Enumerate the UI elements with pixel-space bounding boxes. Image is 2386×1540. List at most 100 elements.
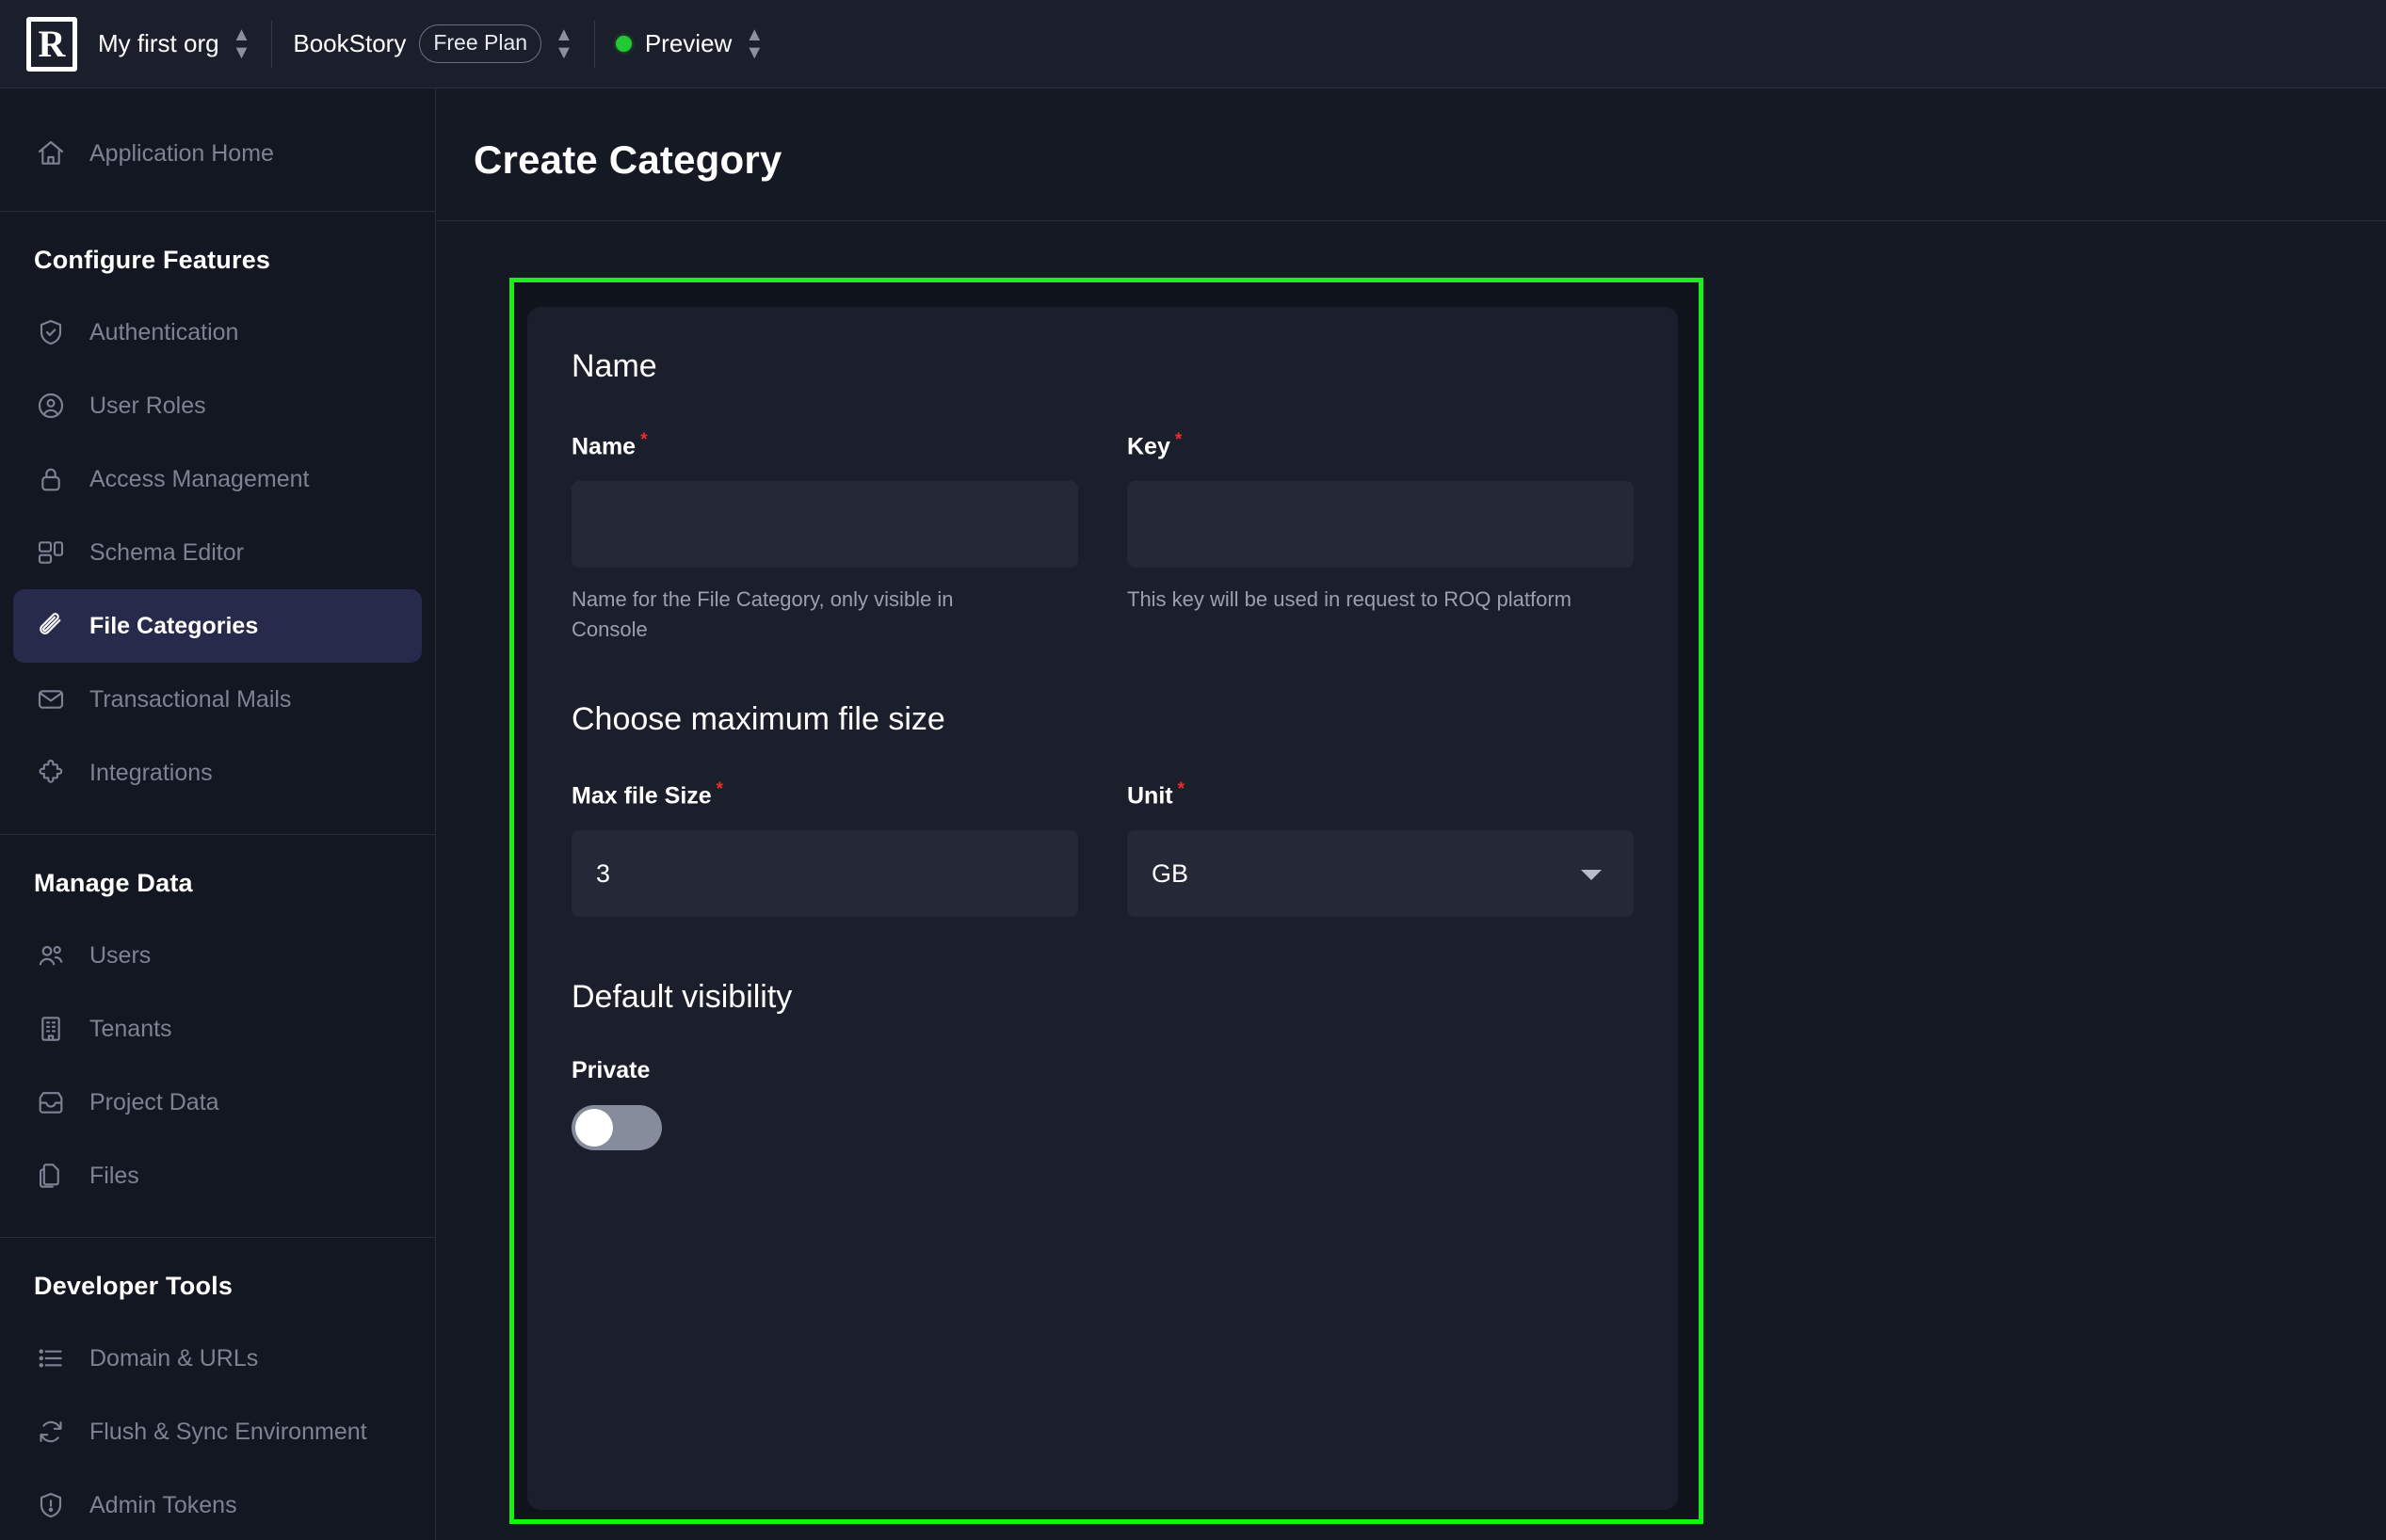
page-title: Create Category	[474, 137, 782, 182]
key-field-help: This key will be used in request to ROQ …	[1127, 587, 1572, 612]
sidebar-section-manage-data: Manage Data Users Tenants Project Data F…	[0, 835, 435, 1238]
required-marker: *	[1174, 430, 1183, 450]
plan-badge: Free Plan	[419, 24, 542, 63]
logo-letter: R	[38, 22, 66, 65]
list-icon	[35, 1342, 67, 1374]
sidebar-item-authentication[interactable]: Authentication	[13, 296, 422, 369]
private-toggle-label: Private	[572, 1057, 651, 1084]
name-key-field-row: Name * Name for the File Category, only v…	[572, 430, 1634, 645]
sidebar-item-integrations[interactable]: Integrations	[13, 736, 422, 810]
key-field-label: Key *	[1127, 430, 1634, 460]
toggle-knob	[575, 1109, 613, 1147]
sidebar-item-label: Schema Editor	[89, 538, 244, 566]
max-file-size-field-group: Max file Size *	[572, 779, 1078, 918]
sidebar-section-developer-tools: Developer Tools Domain & URLs Flush & Sy…	[0, 1238, 435, 1540]
sidebar-item-label: Files	[89, 1162, 139, 1189]
required-marker: *	[640, 430, 648, 450]
chevron-updown-icon[interactable]: ▲ ▼	[233, 25, 251, 62]
sidebar-item-label: User Roles	[89, 392, 206, 419]
create-category-form-card: Name Name * Name for the File Category, o…	[527, 307, 1678, 1510]
sidebar-section-home: Application Home	[0, 88, 435, 212]
required-marker: *	[716, 779, 724, 800]
sidebar-item-label: Access Management	[89, 465, 310, 492]
sidebar-item-label: Application Home	[89, 139, 274, 167]
private-toggle[interactable]	[572, 1105, 662, 1151]
sidebar-item-user-roles[interactable]: User Roles	[13, 369, 422, 442]
unit-field-group: Unit * GB	[1127, 779, 1634, 918]
tray-icon	[35, 1086, 67, 1118]
sidebar-section-heading: Manage Data	[34, 869, 193, 897]
unit-select-wrapper[interactable]: GB	[1127, 830, 1634, 918]
refresh-icon	[35, 1416, 67, 1448]
chevron-updown-icon[interactable]: ▲ ▼	[555, 25, 573, 62]
required-marker: *	[1177, 779, 1185, 800]
max-size-label-text: Max file Size	[572, 782, 712, 810]
sidebar-item-label: Domain & URLs	[89, 1344, 259, 1372]
filesize-field-row: Max file Size* Unit* GB	[572, 779, 1634, 918]
sidebar: Application Home Configure Features Auth…	[0, 88, 436, 1540]
sidebar-section-heading: Developer Tools	[34, 1272, 234, 1300]
max-file-size-input[interactable]	[572, 830, 1078, 918]
envelope-icon	[35, 683, 67, 715]
name-input[interactable]	[572, 481, 1078, 569]
sidebar-item-flush-and-sync-environment[interactable]: Flush & Sync Environment	[13, 1395, 422, 1468]
sidebar-item-label: Tenants	[89, 1015, 172, 1042]
sidebar-item-label: Flush & Sync Environment	[89, 1418, 367, 1445]
shield-alert-icon	[35, 1489, 67, 1521]
lock-icon	[35, 463, 67, 495]
chevron-updown-icon[interactable]: ▲ ▼	[745, 25, 764, 62]
project-switcher[interactable]: BookStory Free Plan ▲ ▼	[272, 0, 593, 88]
user-circle-icon	[35, 390, 67, 422]
sidebar-item-application-home[interactable]: Application Home	[13, 117, 422, 190]
name-label-text: Name	[572, 433, 637, 460]
max-file-size-label: Max file Size *	[572, 779, 1078, 810]
org-switcher[interactable]: My first org ▲ ▼	[77, 0, 271, 88]
environment-switcher[interactable]: Preview ▲ ▼	[595, 0, 784, 88]
highlight-frame: Name Name * Name for the File Category, o…	[509, 278, 1703, 1524]
main-content: Create Category Name Name * Name for the …	[436, 88, 2386, 1540]
users-icon	[35, 939, 67, 971]
sidebar-item-domain-and-urls[interactable]: Domain & URLs	[13, 1322, 422, 1395]
shield-check-icon	[35, 316, 67, 348]
name-field-label: Name *	[572, 430, 1078, 460]
sidebar-item-label: Transactional Mails	[89, 685, 292, 713]
sidebar-item-files[interactable]: Files	[13, 1139, 422, 1212]
sidebar-item-label: Users	[89, 941, 152, 969]
name-section-title: Name	[572, 348, 657, 384]
header-divider	[436, 220, 2386, 221]
name-field-group: Name * Name for the File Category, only v…	[572, 430, 1078, 645]
sidebar-item-file-categories[interactable]: File Categories	[13, 589, 422, 663]
paperclip-icon	[35, 610, 67, 642]
sidebar-item-transactional-mails[interactable]: Transactional Mails	[13, 663, 422, 736]
layout-blocks-icon	[35, 537, 67, 569]
environment-name: Preview	[644, 29, 733, 57]
visibility-section-title: Default visibility	[572, 979, 793, 1016]
sidebar-item-project-data[interactable]: Project Data	[13, 1066, 422, 1139]
org-name: My first org	[98, 29, 219, 57]
sidebar-item-schema-editor[interactable]: Schema Editor	[13, 516, 422, 589]
sidebar-item-tenants[interactable]: Tenants	[13, 992, 422, 1066]
sidebar-section-heading: Configure Features	[34, 246, 271, 274]
sidebar-item-label: Admin Tokens	[89, 1491, 237, 1518]
unit-label-text: Unit	[1127, 782, 1173, 810]
sidebar-item-users[interactable]: Users	[13, 919, 422, 992]
building-icon	[35, 1013, 67, 1045]
project-name: BookStory	[293, 29, 407, 57]
sidebar-section-configure-features: Configure Features Authentication User R…	[0, 212, 435, 835]
sidebar-item-admin-tokens[interactable]: Admin Tokens	[13, 1468, 422, 1540]
key-label-text: Key	[1127, 433, 1170, 460]
documents-icon	[35, 1160, 67, 1192]
puzzle-icon	[35, 757, 67, 789]
unit-select[interactable]: GB	[1127, 830, 1634, 918]
filesize-section-title: Choose maximum file size	[572, 701, 945, 738]
sidebar-item-label: File Categories	[89, 612, 259, 639]
roq-logo-icon[interactable]: R	[26, 16, 77, 72]
unit-field-label: Unit *	[1127, 779, 1634, 810]
environment-status-dot-icon	[615, 36, 632, 52]
key-input[interactable]	[1127, 481, 1634, 569]
sidebar-item-access-management[interactable]: Access Management	[13, 442, 422, 516]
top-bar: R My first org ▲ ▼ BookStory Free Plan ▲ ▼…	[0, 0, 2386, 88]
home-icon	[35, 137, 67, 169]
